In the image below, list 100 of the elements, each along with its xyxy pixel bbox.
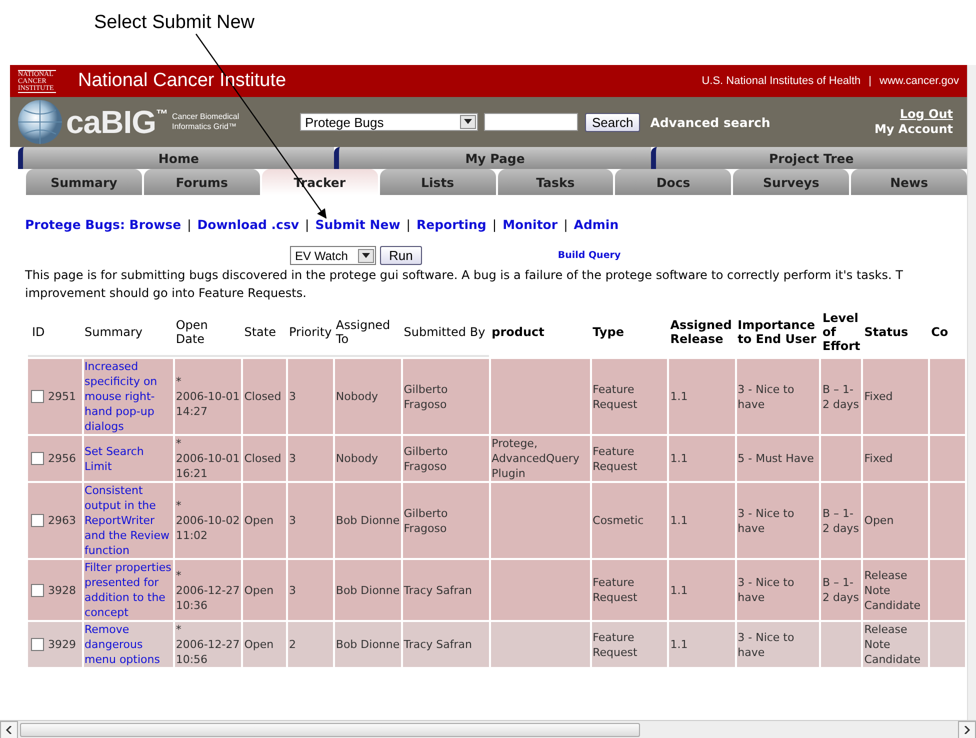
- column-header: Status: [863, 324, 910, 341]
- column-header: Summary: [84, 324, 144, 341]
- tracker-link[interactable]: Submit New: [315, 217, 400, 232]
- scroll-left-icon[interactable]: [5, 726, 13, 734]
- cell-text: Gilberto Fragoso: [404, 506, 448, 534]
- flag-text: *: [176, 568, 182, 582]
- row-checkbox[interactable]: [31, 638, 44, 652]
- project-select[interactable]: Protege Bugs: [300, 113, 478, 131]
- section-tab[interactable]: News: [851, 169, 967, 195]
- section-tab[interactable]: Lists: [380, 169, 496, 195]
- column-header: Assigned Release: [669, 317, 733, 348]
- cell-text: Nobody: [336, 452, 378, 465]
- cell-text: Feature Request: [592, 382, 638, 410]
- cell-text: 5 - Must Have: [738, 452, 814, 465]
- horizontal-scrollbar[interactable]: [0, 720, 976, 738]
- row-checkbox[interactable]: [31, 452, 44, 466]
- search-button[interactable]: Search: [584, 112, 640, 132]
- id-text: 3929: [48, 638, 76, 651]
- column-header: Priority: [288, 324, 333, 341]
- my-account-link[interactable]: My Account: [874, 122, 954, 137]
- tracker-link[interactable]: Protege Bugs: Browse: [25, 217, 182, 232]
- flag-text: *: [176, 498, 182, 513]
- section-tab[interactable]: Summary: [26, 169, 142, 195]
- section-tab[interactable]: Docs: [615, 169, 732, 195]
- log-out-link[interactable]: Log Out: [900, 107, 954, 122]
- cell-text: B – 1-2 days: [822, 576, 859, 604]
- cell-text: 3: [288, 390, 296, 403]
- cell-text: 3: [288, 452, 296, 465]
- vertical-scrollbar[interactable]: [967, 65, 976, 720]
- run-button[interactable]: Run: [380, 246, 422, 265]
- tracker-link[interactable]: Download .csv: [197, 217, 300, 232]
- cell-text: 3 - Nice to have: [738, 576, 794, 604]
- column-header: product: [490, 324, 546, 341]
- summary-link[interactable]: Increased specificity on mouse right-hand pop-up dialogs: [84, 359, 172, 434]
- separator-text: |: [868, 75, 872, 87]
- cell-text: Bob Dionne: [336, 514, 400, 527]
- description-text: This page is for submitting bugs discovered in the protege gui software. A bug is a failure of the protege software to correctly perform it's tasks. T: [25, 268, 904, 283]
- section-tab[interactable]: Tasks: [498, 169, 614, 195]
- id-text: 2956: [48, 452, 76, 465]
- column-header: Assigned To: [334, 317, 392, 348]
- cell-text: 1.1: [670, 452, 688, 465]
- row-checkbox[interactable]: [31, 514, 44, 528]
- tracker-link[interactable]: Reporting: [416, 217, 486, 232]
- column-header: Importance to End User: [736, 317, 818, 348]
- date-text: 2006-10-01 16:21: [176, 451, 240, 481]
- summary-link[interactable]: Consistent output in the ReportWriter and the Review function: [84, 483, 172, 558]
- build-query-link[interactable]: Build Query: [558, 250, 621, 261]
- summary-link[interactable]: Set Search Limit: [84, 444, 172, 474]
- cell-text: 1.1: [670, 390, 688, 403]
- row-checkbox[interactable]: [31, 584, 44, 597]
- separator-text: |: [305, 217, 310, 232]
- column-header: Submitted By: [402, 324, 486, 341]
- cell-text: 3 - Nice to have: [738, 382, 794, 410]
- tracker-link[interactable]: Admin: [574, 217, 619, 232]
- cell-text: Closed: [244, 452, 282, 465]
- section-tab[interactable]: Forums: [144, 169, 260, 195]
- cell-text: 3: [288, 584, 296, 596]
- cell-text: 3 - Nice to have: [738, 630, 794, 658]
- cancer-gov-link[interactable]: www.cancer.gov: [880, 75, 960, 87]
- flag-text: *: [176, 374, 182, 389]
- query-select[interactable]: EV Watch: [290, 246, 376, 265]
- cell-text: 1.1: [670, 638, 688, 651]
- id-text: 2951: [48, 390, 76, 403]
- cell-text: Tracy Safran: [404, 584, 472, 596]
- cell-text: Feature Request: [592, 576, 638, 604]
- date-text: 2006-10-01 14:27: [176, 389, 240, 419]
- id-text: 3928: [48, 584, 76, 596]
- cell-text: Fixed: [864, 390, 893, 403]
- cell-text: Feature Request: [592, 630, 638, 658]
- search-field[interactable]: [484, 113, 578, 131]
- cell-text: B – 1-2 days: [822, 506, 859, 534]
- cell-text: Tracy Safran: [404, 638, 472, 651]
- summary-link[interactable]: Filter properties presented for addition to the concept: [84, 560, 172, 620]
- cell-text: Gilberto Fragoso: [404, 444, 448, 472]
- date-text: 2006-12-27 10:56: [176, 637, 240, 667]
- cell-text: Release Note Candidate: [864, 568, 921, 612]
- row-checkbox[interactable]: [31, 390, 44, 404]
- tagline-text: Cancer Biomedical: [172, 112, 240, 122]
- cell-text: Feature Request: [592, 444, 638, 472]
- dropdown-arrow-icon[interactable]: [464, 119, 472, 125]
- nih-link[interactable]: U.S. National Institutes of Health: [702, 75, 861, 87]
- tracker-link[interactable]: Monitor: [502, 217, 558, 232]
- dropdown-arrow-icon[interactable]: [362, 252, 370, 258]
- scroll-right-icon[interactable]: [963, 726, 971, 734]
- flag-text: *: [176, 436, 182, 451]
- cell-text: 1.1: [670, 514, 688, 527]
- cell-text: 2: [288, 638, 296, 651]
- cell-text: 1.1: [670, 584, 688, 596]
- cell-text: Protege, AdvancedQuery Plugin: [492, 437, 580, 480]
- section-tab[interactable]: Surveys: [733, 169, 850, 195]
- cell-text: Bob Dionne: [336, 638, 400, 651]
- cell-text: Release Note Candidate: [864, 623, 921, 666]
- nav-tab[interactable]: Home: [18, 147, 334, 169]
- cell-text: Cosmetic: [592, 514, 644, 527]
- nav-tab[interactable]: Project Tree: [650, 147, 968, 169]
- date-text: 2006-10-02 11:02: [176, 513, 240, 543]
- summary-link[interactable]: Remove dangerous menu options: [84, 622, 172, 667]
- nav-tab[interactable]: My Page: [334, 147, 651, 169]
- tagline-text: Informatics Grid™: [172, 122, 238, 132]
- advanced-search-link[interactable]: Advanced search: [650, 114, 874, 130]
